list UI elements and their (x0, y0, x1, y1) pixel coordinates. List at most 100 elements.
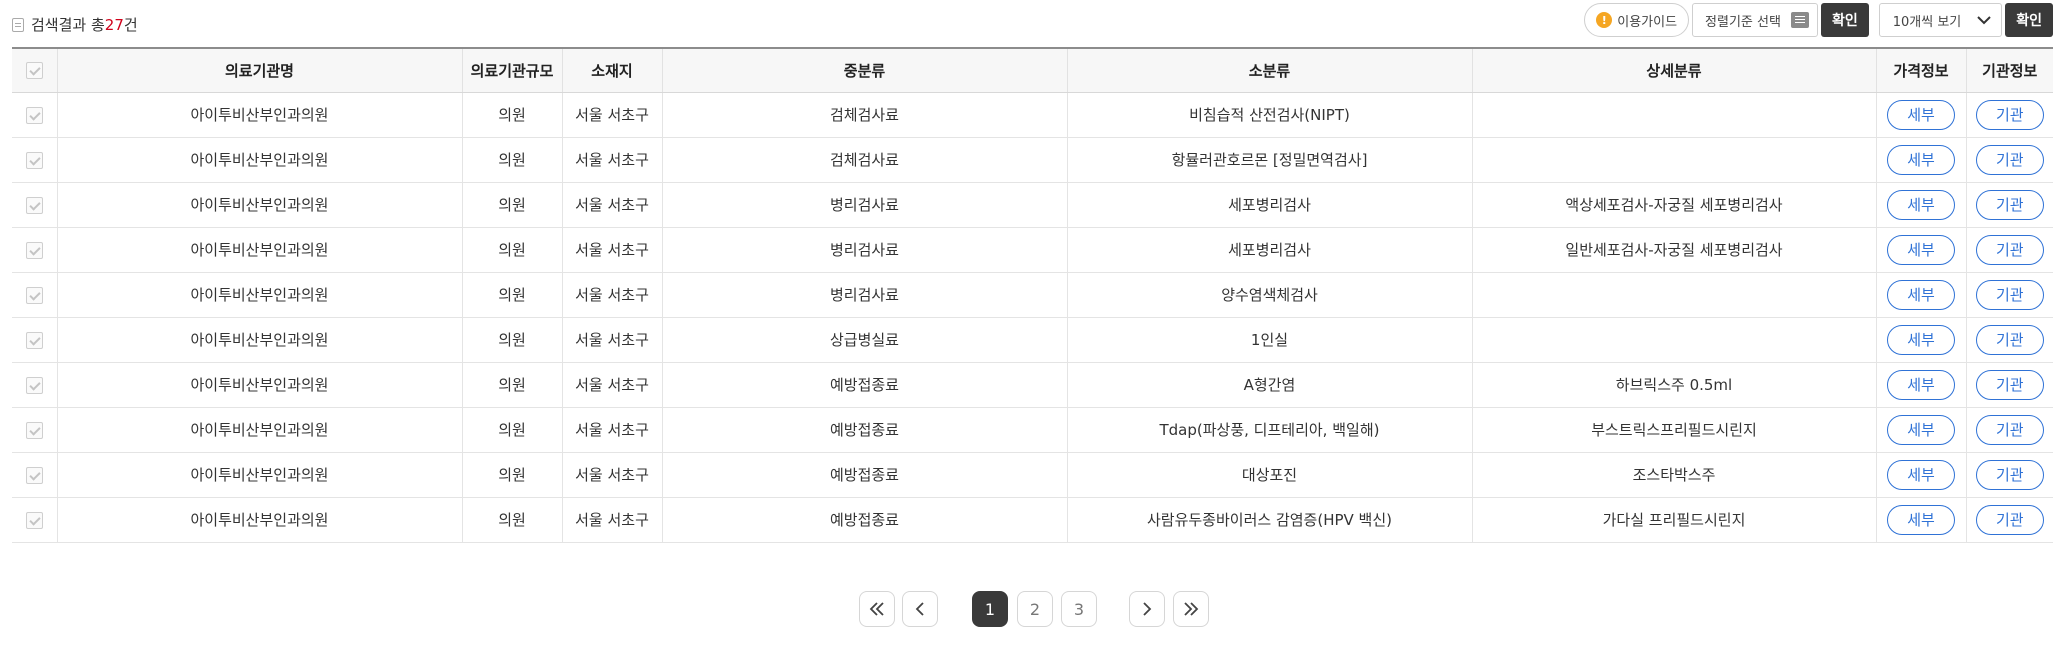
checkbox-icon[interactable] (25, 376, 43, 394)
checkbox-icon[interactable] (25, 241, 43, 259)
chevron-left-icon (915, 602, 924, 616)
row-select-cell[interactable] (12, 362, 57, 408)
price-detail-button[interactable]: 세부 (1887, 234, 1955, 265)
institution-info-button[interactable]: 기관 (1975, 189, 2044, 220)
sort-confirm-button[interactable]: 확인 (1820, 3, 1869, 37)
institution-scale-cell: 의원 (461, 452, 562, 498)
first-page-button[interactable] (859, 591, 895, 627)
price-detail-button[interactable]: 세부 (1887, 144, 1955, 175)
table-row: 아이투비산부인과의원 의원 서울 서초구 예방접종료 Tdap(파상풍, 디프테리아, … (12, 407, 2053, 453)
price-detail-button[interactable]: 세부 (1887, 414, 1955, 445)
institution-info-button[interactable]: 기관 (1975, 369, 2044, 400)
institution-info-button[interactable]: 기관 (1975, 324, 2044, 355)
location-cell: 서울 서초구 (561, 227, 662, 273)
location-cell: 서울 서초구 (561, 497, 662, 543)
price-detail-button[interactable]: 세부 (1887, 189, 1955, 220)
sub-category-cell: 세포병리검사 (1066, 227, 1472, 273)
row-select-cell[interactable] (12, 317, 57, 363)
price-detail-button[interactable]: 세부 (1887, 279, 1955, 310)
results-table: 의료기관명 의료기관규모 소재지 중분류 소분류 상세분류 가격정보 기관정보 … (12, 47, 2053, 543)
usage-guide-button[interactable]: ! 이용가이드 (1584, 3, 1690, 37)
page-size-label: 10개씩 보기 (1892, 14, 1962, 30)
next-page-button[interactable] (1129, 591, 1165, 627)
toolbar-controls: ! 이용가이드 정렬기준 선택 확인 10개씩 보기 확인 (1584, 3, 2053, 37)
checkbox-icon[interactable] (25, 421, 43, 439)
prev-page-button[interactable] (902, 591, 938, 627)
institution-info-button[interactable]: 기관 (1975, 279, 2044, 310)
row-select-cell[interactable] (12, 407, 57, 453)
sub-category-cell: A형간염 (1066, 362, 1472, 408)
checkbox-icon[interactable] (25, 196, 43, 214)
pagination: 1 2 3 (0, 591, 2065, 627)
row-select-cell[interactable] (12, 137, 57, 183)
institution-info-cell: 기관 (1965, 452, 2053, 498)
row-select-cell[interactable] (12, 92, 57, 138)
sort-select[interactable]: 정렬기준 선택 (1692, 3, 1818, 37)
institution-info-button[interactable]: 기관 (1975, 414, 2044, 445)
sub-category-cell: 항뮬러관호르몬 [정밀면역검사] (1066, 137, 1472, 183)
price-detail-button[interactable]: 세부 (1887, 99, 1955, 130)
institution-info-button[interactable]: 기관 (1975, 144, 2044, 175)
checkbox-icon[interactable] (25, 151, 43, 169)
table-row: 아이투비산부인과의원 의원 서울 서초구 병리검사료 세포병리검사 일반세포검사-자궁질 … (12, 227, 2053, 273)
table-body: 아이투비산부인과의원 의원 서울 서초구 검체검사료 비침습적 산전검사(NIPT) 세부… (12, 92, 2053, 543)
header-select-all[interactable] (12, 47, 57, 93)
institution-info-button[interactable]: 기관 (1975, 234, 2044, 265)
last-page-button[interactable] (1173, 591, 1209, 627)
detail-category-cell: 액상세포검사-자궁질 세포병리검사 (1471, 182, 1876, 228)
institution-info-cell: 기관 (1965, 92, 2053, 138)
price-detail-button[interactable]: 세부 (1887, 459, 1955, 490)
price-info-cell: 세부 (1875, 227, 1966, 273)
sub-category-cell: 대상포진 (1066, 452, 1472, 498)
page-button-1[interactable]: 1 (972, 591, 1008, 627)
sub-category-cell: 양수염색체검사 (1066, 272, 1472, 318)
result-toolbar: 검색결과 총 27 건 ! 이용가이드 정렬기준 선택 확인 10개씩 보기 확인 (0, 0, 2065, 48)
location-cell: 서울 서초구 (561, 272, 662, 318)
sub-category-cell: 세포병리검사 (1066, 182, 1472, 228)
header-institution-info: 기관정보 (1965, 47, 2053, 93)
header-sub-category: 소분류 (1066, 47, 1472, 93)
detail-category-cell: 가다실 프리필드시린지 (1471, 497, 1876, 543)
institution-info-button[interactable]: 기관 (1975, 99, 2044, 130)
price-info-cell: 세부 (1875, 497, 1966, 543)
institution-scale-cell: 의원 (461, 497, 562, 543)
location-cell: 서울 서초구 (561, 362, 662, 408)
mid-category-cell: 상급병실료 (661, 317, 1067, 363)
price-detail-button[interactable]: 세부 (1887, 369, 1955, 400)
checkbox-icon[interactable] (25, 466, 43, 484)
sub-category-cell: 사람유두종바이러스 감염증(HPV 백신) (1066, 497, 1472, 543)
location-cell: 서울 서초구 (561, 452, 662, 498)
mid-category-cell: 예방접종료 (661, 362, 1067, 408)
page-size-confirm-button[interactable]: 확인 (2005, 3, 2053, 37)
page-button-3[interactable]: 3 (1061, 591, 1097, 627)
checkbox-icon[interactable] (25, 331, 43, 349)
checkbox-icon[interactable] (25, 511, 43, 529)
table-row: 아이투비산부인과의원 의원 서울 서초구 병리검사료 양수염색체검사 세부 기관 (12, 272, 2053, 318)
institution-info-button[interactable]: 기관 (1975, 459, 2044, 490)
price-info-cell: 세부 (1875, 407, 1966, 453)
detail-category-cell (1471, 137, 1876, 183)
row-select-cell[interactable] (12, 182, 57, 228)
row-select-cell[interactable] (12, 452, 57, 498)
institution-name-cell: 아이투비산부인과의원 (56, 317, 462, 363)
institution-info-button[interactable]: 기관 (1975, 504, 2044, 535)
checkbox-icon[interactable] (25, 106, 43, 124)
table-row: 아이투비산부인과의원 의원 서울 서초구 예방접종료 A형간염 하브릭스주 0.5ml 세부… (12, 362, 2053, 408)
price-info-cell: 세부 (1875, 317, 1966, 363)
row-select-cell[interactable] (12, 227, 57, 273)
checkbox-icon[interactable] (25, 286, 43, 304)
institution-info-cell: 기관 (1965, 182, 2053, 228)
sub-category-cell: 1인실 (1066, 317, 1472, 363)
institution-scale-cell: 의원 (461, 92, 562, 138)
checkbox-icon[interactable] (25, 62, 43, 80)
page-button-2[interactable]: 2 (1017, 591, 1053, 627)
detail-category-cell: 조스타박스주 (1471, 452, 1876, 498)
row-select-cell[interactable] (12, 497, 57, 543)
chevron-down-icon (1977, 15, 1991, 25)
price-detail-button[interactable]: 세부 (1887, 324, 1955, 355)
page-size-select[interactable]: 10개씩 보기 (1878, 3, 2003, 37)
row-select-cell[interactable] (12, 272, 57, 318)
double-chevron-left-icon (869, 602, 884, 616)
institution-name-cell: 아이투비산부인과의원 (56, 362, 462, 408)
price-detail-button[interactable]: 세부 (1887, 504, 1955, 535)
